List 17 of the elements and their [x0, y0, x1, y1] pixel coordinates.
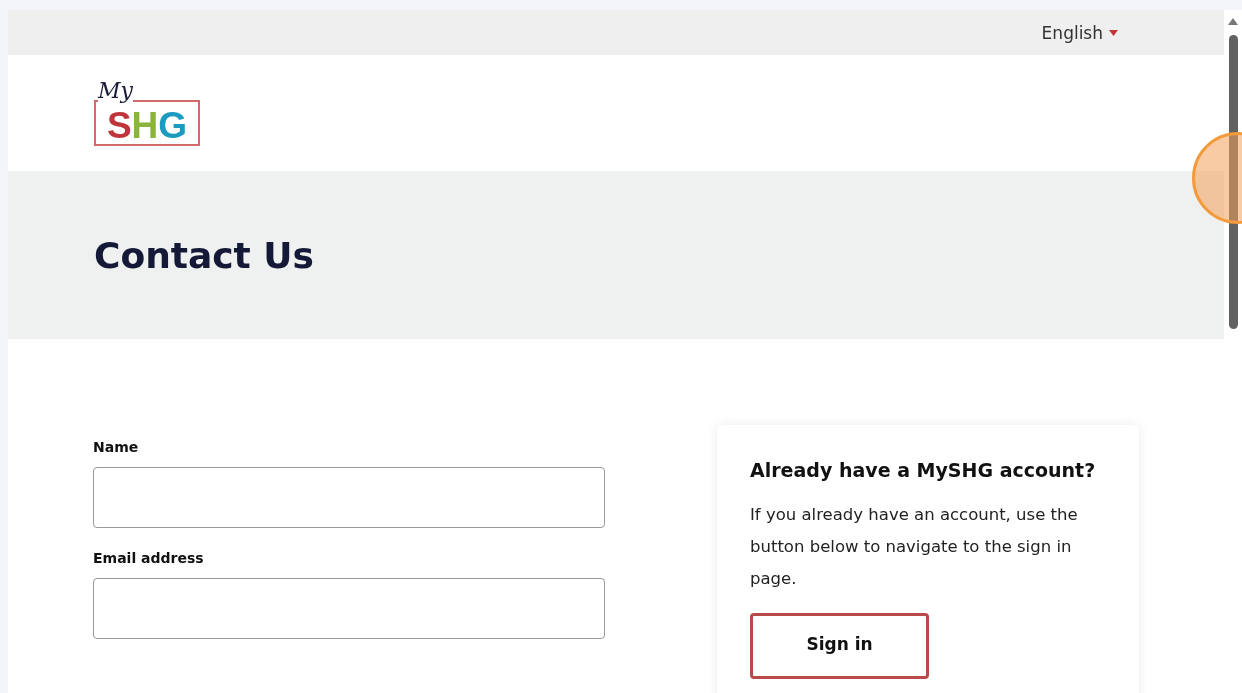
logo-letter: S	[106, 104, 132, 146]
scroll-up-icon[interactable]	[1228, 18, 1238, 25]
language-selector[interactable]: English	[1041, 22, 1118, 43]
input-field[interactable]	[93, 467, 605, 528]
scrollbar[interactable]	[1224, 10, 1242, 693]
logo-script: My	[98, 80, 133, 102]
card-title: Already have a MySHG account?	[750, 459, 1097, 481]
input-field[interactable]	[93, 578, 605, 639]
card-text: If you already have an account, use the button below to navigate to the sign in page.	[750, 504, 1079, 590]
logo-letter: G	[158, 104, 188, 146]
page-title: Contact Us	[94, 234, 315, 276]
caret-icon	[1109, 29, 1118, 36]
logo-letter: H	[131, 104, 159, 146]
scrollbar-thumb[interactable]	[1229, 35, 1238, 329]
field-label: Email address	[93, 550, 205, 566]
sign-in-button[interactable]: Sign in	[750, 613, 929, 679]
field-label: Name	[93, 439, 140, 455]
